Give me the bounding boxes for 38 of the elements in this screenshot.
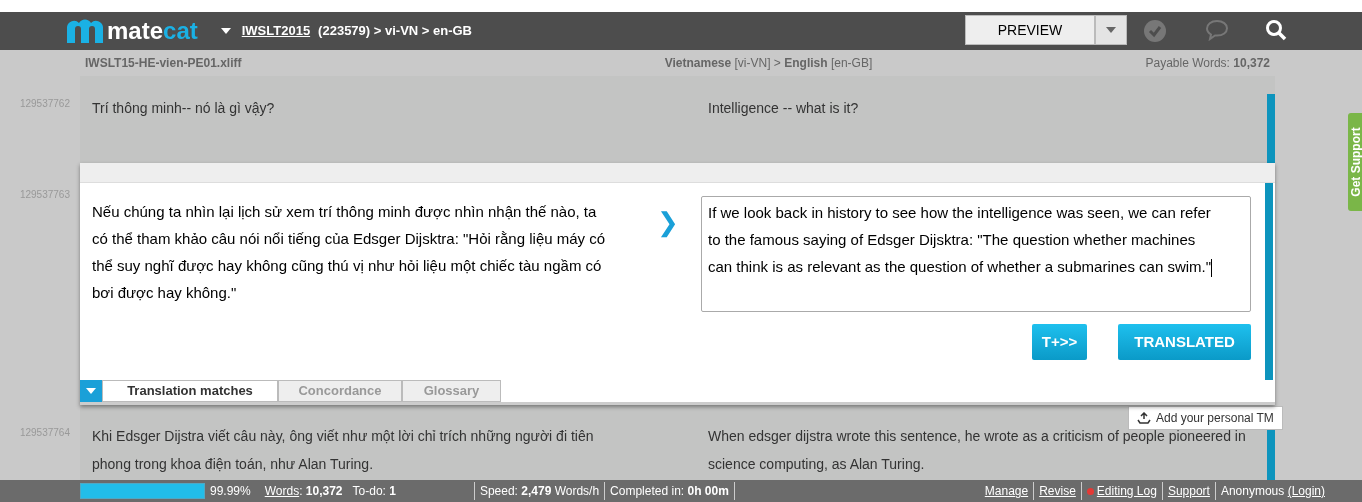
language-pair: Vietnamese [vi-VN] > English [en-GB] <box>664 55 873 72</box>
search-icon[interactable] <box>1265 19 1287 41</box>
segment-row[interactable] <box>80 405 1275 480</box>
editing-log-link[interactable]: Editing Log <box>1081 482 1163 500</box>
logo-text: matecat <box>107 19 198 43</box>
caret-icon[interactable] <box>220 28 231 34</box>
target-text: Intelligence -- what is it? <box>708 99 860 118</box>
project-info: (223579) > vi-VN > en-GB <box>318 22 472 41</box>
footer-link[interactable]: Revise <box>1034 482 1082 500</box>
source-text: Trí thông minh-- nó là gì vậy? <box>92 99 276 118</box>
todo-count: To-do: 1 <box>352 483 396 500</box>
payable-words: Payable Words: 10,372 <box>1145 55 1270 72</box>
preview-dropdown-button[interactable] <box>1095 15 1127 45</box>
caret-icon <box>1106 27 1116 33</box>
preview-button[interactable]: PREVIEW <box>965 15 1095 45</box>
tabs-toggle-button[interactable] <box>80 380 102 402</box>
progress-percent: 99.99% <box>210 483 251 500</box>
words-count: Words: 10,372 <box>264 483 343 500</box>
logo-icon <box>65 19 105 43</box>
segment-row[interactable]: Trí thông minh-- nó là gì vậy? Intelligence -- what is it? <box>80 76 1275 163</box>
file-name: IWSLT15-HE-vien-PE01.xliff <box>85 55 242 72</box>
target-text: When edsger dijstra wrote this sentence, he wrote as a criticism of people pioneered in science computing, as Alan Turing. <box>708 427 1247 474</box>
footer-link[interactable]: Support <box>1162 482 1216 500</box>
segment-status-bar <box>1267 94 1275 163</box>
panel-tab[interactable]: Translation matches <box>102 380 278 402</box>
completed-info: Completed in: 0h 00m <box>609 483 730 500</box>
copy-source-arrow[interactable]: ❯ <box>657 207 679 237</box>
project-link[interactable]: IWSLT2015 <box>241 21 311 41</box>
user-info: Anonymous (Login) <box>1219 483 1326 500</box>
target-text-field[interactable]: If we look back in history to see how the intelligence was seen, we can refer to the famous saying of Edsger Dijsktra: "The question whether machines can think is as relevant as the question of whether a submarines can swim." <box>701 196 1251 312</box>
speed-info: Speed: 2,479 Words/h <box>478 483 601 500</box>
check-icon[interactable] <box>1144 20 1166 42</box>
source-text: Nếu chúng ta nhìn lại lịch sử xem trí thông minh được nhìn nhận thế nào, ta có thể tham khảo câu nói nổi tiếng của Edsger Dijsktra: "Hỏi rằng liệu máy có thể suy nghĩ được hay không cũng thú vị như hỏi liệu một chiếc tàu ngầm có bơi được hay không." <box>92 202 607 303</box>
upload-icon <box>1137 412 1151 424</box>
personal-tm-tooltip[interactable]: Add your personal TM <box>1128 406 1283 430</box>
footer-link[interactable]: Manage <box>979 482 1035 500</box>
source-text: Khi Edsger Dijstra viết câu này, ông viết như một lời chỉ trích những người đi tiên phong trong khoa điện toán, như Alan Turing. <box>92 427 595 474</box>
caret-icon <box>86 388 96 394</box>
